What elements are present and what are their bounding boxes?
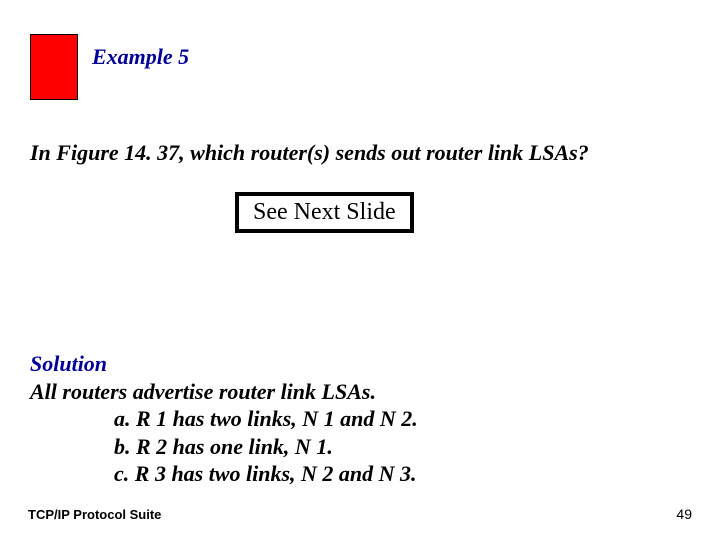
see-next-slide-box: See Next Slide <box>235 192 414 233</box>
solution-item-a: a. R 1 has two links, N 1 and N 2. <box>30 405 418 433</box>
slide-title: Example 5 <box>92 44 189 70</box>
footer-source: TCP/IP Protocol Suite <box>28 507 161 522</box>
solution-block: Solution All routers advertise router li… <box>30 350 418 488</box>
solution-item-b: b. R 2 has one link, N 1. <box>30 433 418 461</box>
solution-line-1: All routers advertise router link LSAs. <box>30 378 418 406</box>
question-text: In Figure 14. 37, which router(s) sends … <box>30 140 589 166</box>
solution-item-c: c. R 3 has two links, N 2 and N 3. <box>30 460 418 488</box>
accent-box <box>30 34 78 100</box>
page-number: 49 <box>676 506 692 522</box>
solution-label: Solution <box>30 350 418 378</box>
